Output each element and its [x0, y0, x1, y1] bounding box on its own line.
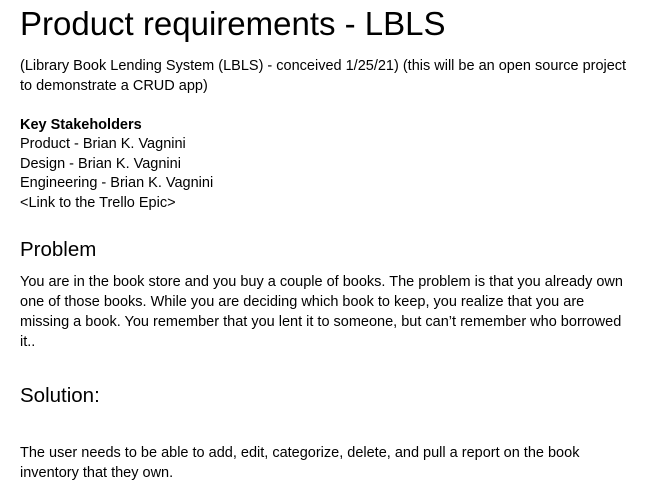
solution-paragraph: The user needs to be able to add, edit, …	[20, 445, 580, 481]
problem-paragraph: You are in the book store and you buy a …	[20, 274, 623, 350]
stakeholder-product: Product - Brian K. Vagnini	[20, 136, 186, 152]
page-title: Product requirements - LBLS	[20, 5, 446, 42]
trello-epic-link: <Link to the Trello Epic>	[20, 194, 176, 211]
stakeholder-design: Design - Brian K. Vagnini	[20, 155, 181, 172]
intro-paragraph: (Library Book Lending System (LBLS) - co…	[20, 58, 627, 94]
solution-heading: Solution:	[20, 384, 100, 407]
stakeholders-heading: Key Stakeholders	[20, 117, 142, 133]
stakeholder-engineering: Engineering - Brian K. Vagnini	[20, 175, 214, 191]
stakeholders-list: Product - Brian K. Vagnini Design - Bria…	[20, 135, 635, 213]
problem-heading: Problem	[20, 238, 97, 261]
